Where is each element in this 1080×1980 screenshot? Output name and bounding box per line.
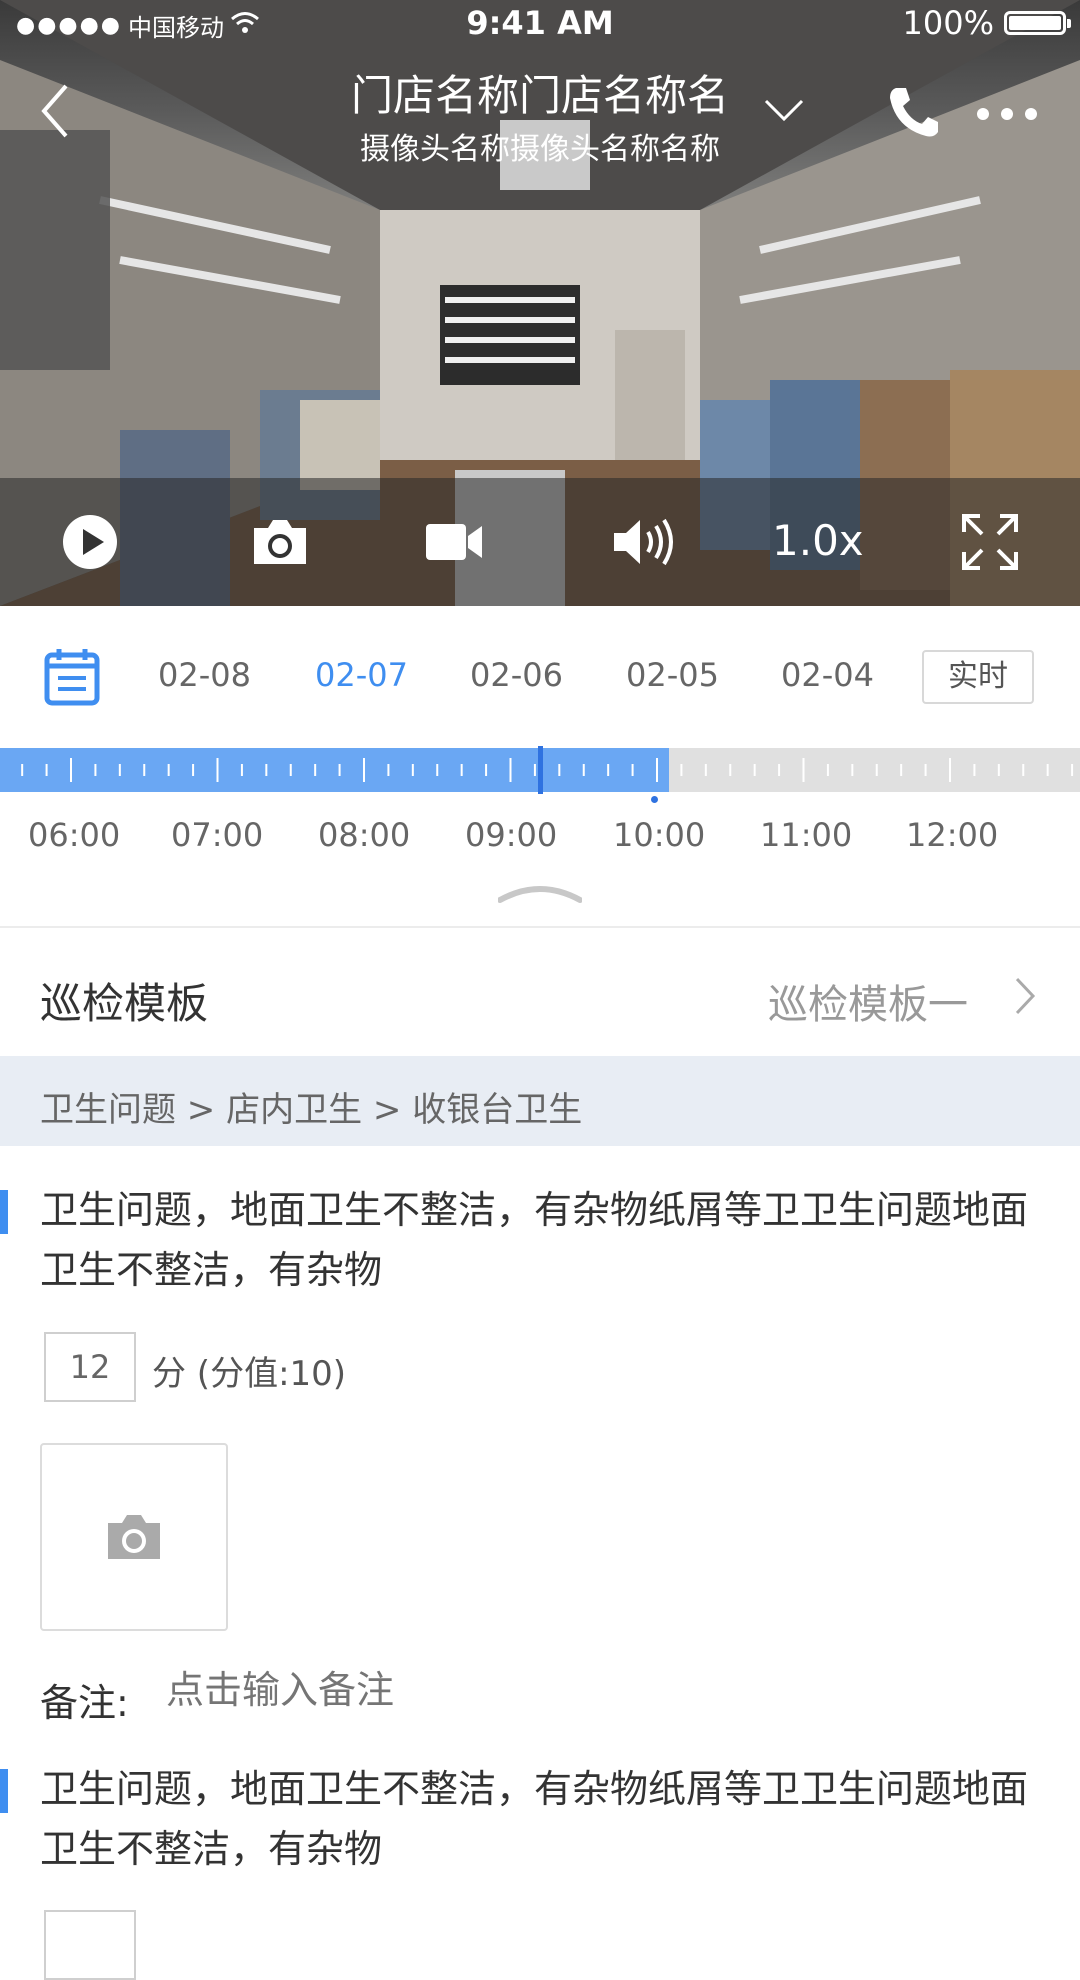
breadcrumb: 卫生问题 > 店内卫生 > 收银台卫生: [0, 1056, 1080, 1146]
date-item[interactable]: 02-05: [626, 656, 719, 694]
time-label: 09:00: [465, 816, 558, 854]
camera-icon[interactable]: [250, 518, 310, 570]
nav-bar: 门店名称门店名称名 摄像头名称摄像头名称名称: [0, 48, 1080, 167]
battery-icon: [1004, 11, 1071, 35]
status-bar: ●●●●● 中国移动 9:41 AM 100%: [0, 0, 1080, 48]
date-selector: 02-08 02-07 02-06 02-05 02-04 实时: [0, 606, 1080, 734]
timeline-track[interactable]: [0, 746, 1080, 794]
realtime-button[interactable]: 实时: [922, 650, 1034, 704]
playback-speed[interactable]: 1.0x: [772, 516, 864, 565]
time-label: 12:00: [906, 816, 999, 854]
date-item[interactable]: 02-08: [158, 656, 251, 694]
time-label: 10:00: [613, 816, 706, 854]
fullscreen-icon[interactable]: [962, 514, 1018, 574]
chevron-down-icon[interactable]: [764, 98, 804, 126]
date-item[interactable]: 02-04: [781, 656, 874, 694]
camera-icon: [104, 1513, 164, 1565]
calendar-icon[interactable]: [44, 648, 100, 710]
battery-percent: 100%: [902, 4, 994, 42]
video-player[interactable]: ●●●●● 中国移动 9:41 AM 100% 门店名称门店名称名 摄像头名称摄…: [0, 0, 1080, 606]
score-suffix: 分 (分值:10): [152, 1354, 347, 1394]
play-icon[interactable]: [62, 514, 118, 574]
template-value: 巡检模板一: [768, 982, 968, 1028]
time-label: 08:00: [318, 816, 411, 854]
time-label: 07:00: [171, 816, 264, 854]
score-input[interactable]: 12: [44, 1332, 136, 1402]
battery-level: [1009, 16, 1061, 30]
remark-input[interactable]: [166, 1668, 766, 1712]
time-label: 06:00: [28, 816, 121, 854]
phone-icon[interactable]: [886, 84, 940, 144]
video-camera-icon[interactable]: [424, 522, 484, 566]
collapse-handle-icon[interactable]: [497, 880, 583, 908]
score-input[interactable]: [44, 1910, 136, 1980]
date-item[interactable]: 02-06: [470, 656, 563, 694]
remark-label: 备注:: [40, 1681, 129, 1725]
item-marker: [0, 1190, 8, 1234]
item-marker: [0, 1769, 8, 1813]
inspection-item-text: 卫生问题，地面卫生不整洁，有杂物纸屑等卫卫生问题地面卫生不整洁，有杂物: [40, 1188, 1029, 1292]
date-item-selected[interactable]: 02-07: [315, 656, 408, 694]
chevron-right-icon: [1014, 976, 1036, 1020]
inspection-template-row[interactable]: 巡检模板 巡检模板一: [0, 928, 1080, 1056]
inspection-item-text: 卫生问题，地面卫生不整洁，有杂物纸屑等卫卫生问题地面卫生不整洁，有杂物: [40, 1767, 1029, 1871]
more-icon[interactable]: [976, 106, 1038, 125]
add-photo-button[interactable]: [40, 1443, 228, 1631]
volume-icon[interactable]: [612, 516, 674, 572]
player-controls: 1.0x: [0, 478, 1080, 606]
template-label: 巡检模板: [40, 979, 209, 1028]
timeline-marker: [651, 796, 659, 803]
status-right: 100%: [902, 4, 1071, 42]
time-label: 11:00: [760, 816, 853, 854]
breadcrumb-text: 卫生问题 > 店内卫生 > 收银台卫生: [40, 1090, 583, 1130]
timeline-cursor[interactable]: [537, 746, 543, 794]
